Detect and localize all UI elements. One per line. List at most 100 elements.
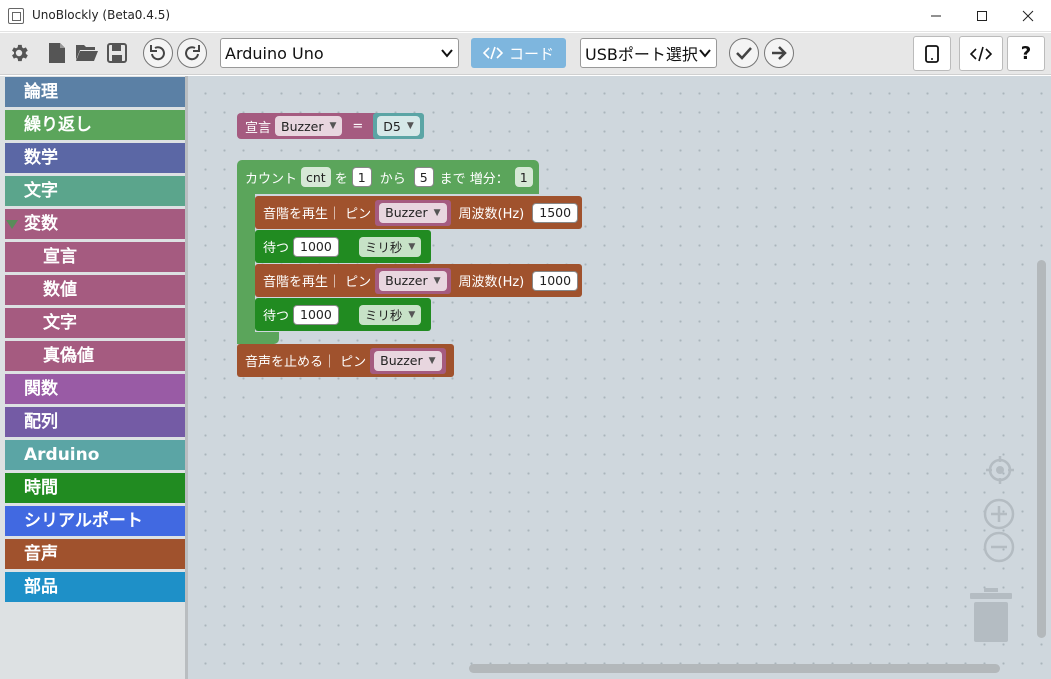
category-label: 関数 (24, 379, 58, 399)
pin-dropdown[interactable]: Buzzer ▼ (379, 202, 447, 223)
declare-block[interactable]: 宣言 Buzzer ▼ = D5 ▼ (237, 113, 424, 139)
chevron-down-icon (699, 49, 711, 58)
dropdown-arrow-icon: ▼ (408, 241, 416, 252)
category-variables[interactable]: 変数 (5, 209, 185, 239)
settings-button[interactable] (8, 42, 30, 64)
stop-tone-block[interactable]: 音声を止める｜ ピン Buzzer ▼ (237, 344, 454, 377)
code-view-button[interactable] (959, 36, 1003, 71)
subcategory-number[interactable]: 数値 (5, 275, 185, 305)
recenter-button[interactable] (984, 454, 1016, 486)
category-label: 真偽値 (43, 346, 94, 366)
close-button[interactable] (1005, 0, 1051, 32)
play-tone-block[interactable]: 音階を再生｜ ピン Buzzer ▼ 周波数(Hz) 1500 (255, 196, 583, 229)
pin-value-block[interactable]: Buzzer ▼ (375, 267, 451, 294)
category-label: 部品 (24, 577, 58, 597)
step-value-field[interactable]: 1 (514, 167, 533, 187)
block-label: 音声を止める｜ ピン (245, 355, 367, 370)
category-arrays[interactable]: 配列 (5, 407, 185, 437)
horizontal-scrollbar[interactable] (469, 664, 1000, 673)
count-loop-header: カウント cnt を 1 から 5 まで 増分： 1 (241, 164, 533, 190)
open-folder-button[interactable] (74, 41, 100, 65)
to-value-field[interactable]: 5 (413, 167, 434, 187)
block-label: 音階を再生｜ ピン (263, 275, 372, 290)
play-tone-block[interactable]: 音階を再生｜ ピン Buzzer ▼ 周波数(Hz) 1000 (255, 264, 583, 297)
verify-button[interactable] (729, 38, 759, 68)
category-text[interactable]: 文字 (5, 176, 185, 206)
block-label: カウント (245, 171, 298, 187)
upload-button[interactable] (764, 38, 794, 68)
board-select[interactable]: Arduino Uno (220, 38, 459, 68)
dropdown-value: D5 (383, 118, 401, 134)
help-button[interactable]: ? (1007, 36, 1045, 71)
delay-field[interactable]: 1000 (293, 304, 339, 325)
block-label: 音階を再生｜ ピン (263, 207, 372, 222)
close-icon (1022, 10, 1034, 22)
pin-dropdown[interactable]: D5 ▼ (377, 116, 420, 136)
field-value: 5 (419, 169, 428, 185)
tablet-icon (925, 44, 939, 63)
category-logic[interactable]: 論理 (5, 77, 185, 107)
minimize-button[interactable] (913, 0, 959, 32)
port-select-value: USBポート選択 (585, 45, 698, 64)
from-value-field[interactable]: 1 (351, 167, 372, 187)
category-functions[interactable]: 関数 (5, 374, 185, 404)
pin-dropdown[interactable]: Buzzer ▼ (374, 350, 442, 371)
dropdown-value: Buzzer (380, 353, 423, 368)
vertical-scrollbar[interactable] (1037, 260, 1046, 638)
unit-dropdown[interactable]: ミリ秒 ▼ (358, 236, 422, 257)
category-label: 数学 (24, 148, 58, 168)
count-loop-arm (237, 194, 255, 344)
category-label: シリアルポート (24, 511, 143, 531)
new-file-button[interactable] (46, 41, 68, 65)
block-label: = (352, 118, 364, 134)
trash-can[interactable] (970, 588, 1012, 644)
subcategory-string[interactable]: 文字 (5, 308, 185, 338)
category-loops[interactable]: 繰り返し (5, 110, 185, 140)
zoom-out-button[interactable] (982, 530, 1016, 564)
wait-block[interactable]: 待つ 1000 ミリ秒 ▼ (255, 230, 432, 263)
category-time[interactable]: 時間 (5, 473, 185, 503)
redo-icon (185, 45, 200, 61)
category-sound[interactable]: 音声 (5, 539, 185, 569)
loop-variable-field[interactable]: cnt (301, 167, 331, 187)
dropdown-arrow-icon: ▼ (433, 207, 441, 218)
zoom-in-icon (983, 498, 1015, 530)
frequency-field[interactable]: 1000 (532, 270, 579, 291)
block-label: 周波数(Hz) (458, 275, 525, 290)
category-label: 変数 (24, 214, 58, 234)
category-arduino[interactable]: Arduino (5, 440, 185, 470)
category-label: 論理 (24, 82, 58, 102)
code-button[interactable]: コード (471, 38, 566, 68)
category-label: 文字 (43, 313, 77, 333)
category-parts[interactable]: 部品 (5, 572, 185, 602)
delay-field[interactable]: 1000 (293, 236, 339, 257)
arrow-right-icon (772, 46, 787, 60)
field-value: cnt (306, 169, 326, 185)
category-serial-port[interactable]: シリアルポート (5, 506, 185, 536)
dropdown-value: Buzzer (385, 205, 428, 220)
device-button[interactable] (913, 36, 951, 71)
undo-button[interactable] (143, 38, 173, 68)
save-button[interactable] (105, 41, 129, 65)
open-folder-icon (76, 45, 98, 61)
unit-dropdown[interactable]: ミリ秒 ▼ (358, 304, 422, 325)
zoom-in-button[interactable] (982, 497, 1016, 531)
subcategory-declare[interactable]: 宣言 (5, 242, 185, 272)
redo-button[interactable] (177, 38, 207, 68)
pin-value-block[interactable]: Buzzer ▼ (370, 347, 446, 374)
pin-value-block[interactable]: Buzzer ▼ (375, 199, 451, 226)
subcategory-boolean[interactable]: 真偽値 (5, 341, 185, 371)
pin-block[interactable]: D5 ▼ (373, 113, 424, 139)
frequency-field[interactable]: 1500 (532, 202, 579, 223)
maximize-button[interactable] (959, 0, 1005, 32)
port-select[interactable]: USBポート選択 (580, 38, 717, 68)
block-label: 待つ (263, 309, 290, 324)
wait-block[interactable]: 待つ 1000 ミリ秒 ▼ (255, 298, 432, 331)
help-label: ? (1020, 43, 1032, 64)
board-select-value: Arduino Uno (225, 43, 324, 63)
variable-dropdown[interactable]: Buzzer ▼ (275, 116, 343, 136)
category-label: Arduino (24, 445, 100, 465)
dropdown-value: ミリ秒 (364, 240, 403, 255)
category-math[interactable]: 数学 (5, 143, 185, 173)
pin-dropdown[interactable]: Buzzer ▼ (379, 270, 447, 291)
